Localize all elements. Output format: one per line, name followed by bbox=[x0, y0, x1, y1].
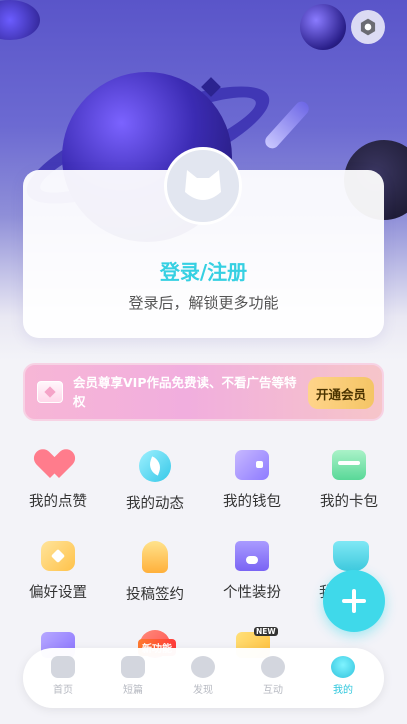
whale-icon bbox=[333, 541, 369, 571]
tab-label: 短篇 bbox=[123, 685, 143, 696]
planet-decoration bbox=[0, 0, 40, 40]
discover-icon bbox=[191, 656, 215, 678]
preference-icon bbox=[41, 541, 75, 571]
wallet-icon bbox=[235, 450, 269, 480]
profile-icon bbox=[331, 656, 355, 678]
open-vip-button[interactable]: 开通会员 bbox=[308, 377, 374, 409]
tab-discover[interactable]: 发现 bbox=[167, 656, 239, 696]
bulb-icon bbox=[142, 541, 168, 573]
grid-item-label: 我的点赞 bbox=[29, 494, 87, 510]
login-subtitle: 登录后，解锁更多功能 bbox=[128, 294, 279, 312]
leaf-icon bbox=[139, 450, 171, 482]
grid-item-card-package[interactable]: 我的卡包 bbox=[301, 450, 397, 511]
tab-label: 互动 bbox=[263, 685, 283, 696]
settings-button[interactable] bbox=[351, 10, 385, 44]
gear-icon bbox=[360, 18, 376, 36]
cat-avatar-icon bbox=[185, 170, 221, 200]
grid-item-preferences[interactable]: 偏好设置 bbox=[10, 541, 106, 602]
card-icon bbox=[332, 450, 366, 480]
heart-icon bbox=[41, 450, 75, 480]
tab-mine[interactable]: 我的 bbox=[307, 656, 379, 696]
grid-item-label: 我的钱包 bbox=[223, 494, 281, 510]
grid-item-dress-up[interactable]: 个性装扮 bbox=[204, 541, 300, 602]
chat-icon bbox=[261, 656, 285, 678]
grid-item-label: 偏好设置 bbox=[29, 585, 87, 601]
crown-icon bbox=[37, 381, 63, 403]
short-story-icon bbox=[121, 656, 145, 678]
new-badge: NEW bbox=[254, 627, 278, 636]
tab-label: 我的 bbox=[333, 685, 353, 696]
vip-banner[interactable]: 会员尊享VIP作品免费读、不看广告等特权 开通会员 bbox=[23, 363, 384, 421]
store-icon bbox=[235, 541, 269, 571]
grid-item-label: 我的动态 bbox=[126, 496, 184, 512]
avatar[interactable] bbox=[164, 147, 242, 225]
grid-item-label: 我的卡包 bbox=[320, 494, 378, 510]
grid-item-submission[interactable]: 投稿签约 bbox=[107, 541, 203, 604]
grid-item-likes[interactable]: 我的点赞 bbox=[10, 450, 106, 511]
add-button[interactable] bbox=[323, 570, 385, 632]
vip-promo-text: 会员尊享VIP作品免费读、不看广告等特权 bbox=[73, 375, 297, 409]
grid-item-wallet[interactable]: 我的钱包 bbox=[204, 450, 300, 511]
tab-label: 首页 bbox=[53, 685, 73, 696]
grid-item-label: 个性装扮 bbox=[223, 585, 281, 601]
home-icon bbox=[51, 656, 75, 678]
tab-home[interactable]: 首页 bbox=[27, 656, 99, 696]
bottom-tab-bar: 首页 短篇 发现 互动 我的 bbox=[23, 648, 384, 708]
tab-short-stories[interactable]: 短篇 bbox=[97, 656, 169, 696]
tab-label: 发现 bbox=[193, 685, 213, 696]
login-register-link[interactable]: 登录/注册 bbox=[23, 256, 384, 285]
planet-decoration bbox=[300, 4, 346, 50]
tab-interaction[interactable]: 互动 bbox=[237, 656, 309, 696]
grid-item-activity[interactable]: 我的动态 bbox=[107, 450, 203, 513]
rocket-decoration bbox=[262, 98, 312, 152]
grid-item-label: 投稿签约 bbox=[126, 587, 184, 603]
